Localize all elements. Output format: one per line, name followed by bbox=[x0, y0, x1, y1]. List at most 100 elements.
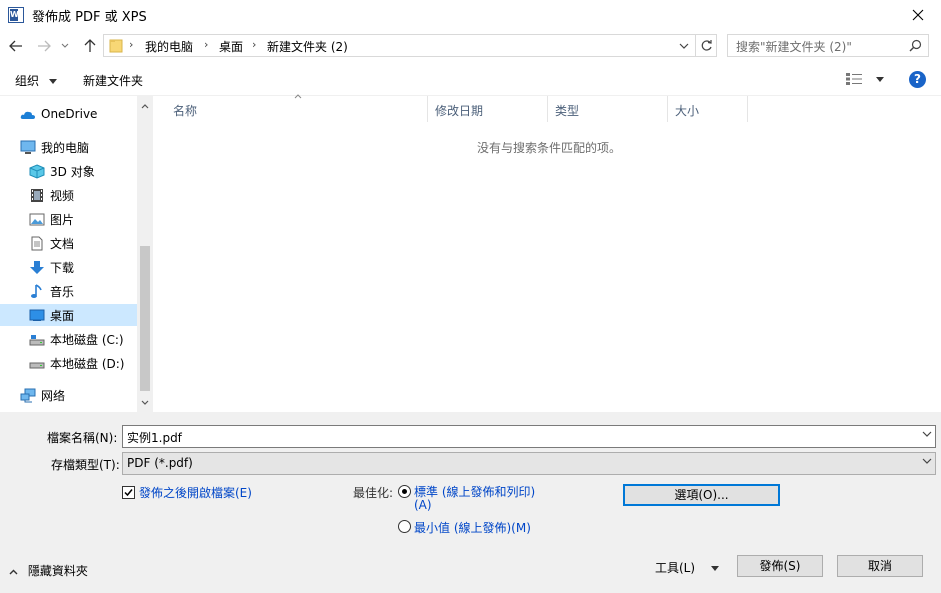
scrollbar-thumb[interactable] bbox=[140, 246, 150, 391]
sidebar-scrollbar[interactable] bbox=[137, 96, 153, 412]
command-toolbar: 组织 新建文件夹 bbox=[0, 64, 941, 96]
sort-ascending-icon bbox=[294, 94, 302, 99]
checkmark-icon bbox=[124, 489, 133, 497]
arrow-up-icon bbox=[84, 39, 96, 52]
address-dropdown-button[interactable] bbox=[674, 34, 694, 57]
column-header-size[interactable]: 大小 bbox=[668, 96, 748, 122]
arrow-left-icon bbox=[9, 40, 22, 52]
breadcrumb-item[interactable]: 新建文件夹 (2) bbox=[267, 38, 348, 55]
sidebar-item-documents[interactable]: 文档 bbox=[0, 232, 137, 254]
search-icon bbox=[909, 39, 922, 52]
chevron-down-icon bbox=[922, 458, 932, 464]
optimize-minimum-label[interactable]: 最小值 (線上發佈)(M) bbox=[414, 519, 531, 536]
cube-icon bbox=[29, 164, 45, 179]
filename-value: 实例1.pdf bbox=[127, 431, 182, 445]
optimize-standard-radio[interactable] bbox=[398, 485, 411, 498]
sidebar-item-network[interactable]: 网络 bbox=[0, 384, 137, 406]
sidebar-item-desktop[interactable]: 桌面 bbox=[0, 304, 137, 326]
scroll-up-button[interactable] bbox=[137, 98, 153, 114]
window-title: 發佈成 PDF 或 XPS bbox=[32, 10, 147, 25]
options-button[interactable]: 選項(O)... bbox=[623, 484, 780, 506]
breadcrumb-item[interactable]: 我的电脑 bbox=[145, 38, 193, 55]
column-header-name[interactable]: 名称 bbox=[153, 94, 428, 122]
sidebar-item-3d-objects[interactable]: 3D 对象 bbox=[0, 160, 137, 182]
breadcrumb-chevron-icon: › bbox=[129, 38, 134, 51]
computer-icon bbox=[20, 140, 36, 154]
caret-down-icon bbox=[710, 566, 719, 571]
word-app-icon bbox=[8, 7, 24, 23]
film-icon bbox=[31, 189, 43, 202]
optimize-standard-label[interactable]: 標準 (線上發佈和列印) bbox=[414, 483, 535, 500]
refresh-button[interactable] bbox=[695, 34, 717, 57]
sidebar-item-drive-d[interactable]: 本地磁盘 (D:) bbox=[0, 352, 137, 374]
optimize-label: 最佳化: bbox=[353, 486, 394, 500]
optimize-standard-label-accel[interactable]: (A) bbox=[414, 498, 432, 512]
filename-label: 檔案名稱(N): bbox=[47, 431, 118, 445]
caret-down-icon bbox=[875, 77, 884, 82]
navigation-pane: OneDrive 我的电脑 3D 对象 视频 图片 文档 下载 音乐 桌面 本地… bbox=[0, 96, 153, 412]
drive-icon bbox=[29, 362, 45, 369]
chevron-up-icon bbox=[9, 569, 18, 574]
chevron-up-icon bbox=[141, 103, 149, 108]
hide-folders-button[interactable]: 隱藏資料夾 bbox=[9, 562, 88, 579]
sidebar-item-drive-c[interactable]: 本地磁盘 (C:) bbox=[0, 328, 137, 350]
breadcrumb-chevron-icon: › bbox=[252, 38, 257, 51]
chevron-down-icon[interactable] bbox=[922, 431, 932, 437]
up-button[interactable] bbox=[80, 36, 100, 56]
details-view-icon bbox=[846, 73, 862, 85]
caret-down-icon bbox=[48, 79, 57, 84]
filename-input[interactable]: 实例1.pdf bbox=[122, 425, 936, 448]
filetype-value: PDF (*.pdf) bbox=[127, 456, 193, 470]
file-list[interactable]: 名称 修改日期 类型 大小 没有与搜索条件匹配的项。 bbox=[153, 94, 941, 412]
chevron-down-icon bbox=[679, 43, 689, 49]
optimize-minimum-radio[interactable] bbox=[398, 520, 411, 533]
tools-label: 工具(L) bbox=[655, 561, 696, 575]
folder-icon bbox=[109, 39, 123, 53]
forward-button[interactable] bbox=[34, 36, 54, 56]
empty-folder-message: 没有与搜索条件匹配的项。 bbox=[477, 141, 622, 155]
cloud-icon bbox=[20, 111, 35, 119]
download-arrow-icon bbox=[30, 261, 44, 274]
close-button[interactable] bbox=[895, 0, 941, 30]
recent-locations-button[interactable] bbox=[58, 36, 72, 56]
sidebar-item-this-pc[interactable]: 我的电脑 bbox=[0, 136, 137, 158]
sidebar-item-onedrive[interactable]: OneDrive bbox=[0, 104, 137, 126]
desktop-icon bbox=[29, 309, 45, 321]
new-folder-button[interactable]: 新建文件夹 bbox=[83, 72, 143, 89]
document-icon bbox=[31, 236, 43, 251]
help-icon[interactable]: ? bbox=[909, 71, 926, 88]
breadcrumb-item[interactable]: 桌面 bbox=[219, 38, 243, 55]
drive-icon bbox=[29, 335, 45, 346]
cancel-button[interactable]: 取消 bbox=[837, 555, 923, 577]
publish-button[interactable]: 發佈(S) bbox=[737, 555, 823, 577]
arrow-right-icon bbox=[38, 40, 51, 52]
back-button[interactable] bbox=[6, 36, 26, 56]
address-bar[interactable]: › 我的电脑 › 桌面 › 新建文件夹 (2) bbox=[103, 34, 717, 57]
column-header-date[interactable]: 修改日期 bbox=[428, 96, 548, 122]
network-icon bbox=[20, 388, 36, 403]
search-box[interactable]: 搜索"新建文件夹 (2)" bbox=[727, 34, 929, 57]
chevron-down-icon bbox=[61, 43, 69, 48]
close-icon bbox=[912, 9, 924, 21]
sidebar-item-videos[interactable]: 视频 bbox=[0, 184, 137, 206]
sidebar-item-downloads[interactable]: 下载 bbox=[0, 256, 137, 278]
search-placeholder: 搜索"新建文件夹 (2)" bbox=[736, 40, 852, 54]
filetype-label: 存檔類型(T): bbox=[51, 458, 120, 472]
scroll-down-button[interactable] bbox=[137, 394, 153, 410]
view-options-button[interactable] bbox=[846, 73, 884, 88]
title-bar: 發佈成 PDF 或 XPS bbox=[0, 0, 941, 30]
open-after-publish-checkbox[interactable] bbox=[122, 486, 135, 499]
tools-menu-button[interactable]: 工具(L) bbox=[655, 559, 719, 576]
organize-label: 组织 bbox=[15, 74, 40, 88]
filetype-select[interactable]: PDF (*.pdf) bbox=[122, 452, 936, 475]
refresh-icon bbox=[701, 40, 712, 51]
sidebar-item-music[interactable]: 音乐 bbox=[0, 280, 137, 302]
organize-menu[interactable]: 组织 bbox=[15, 72, 57, 89]
hide-folders-label: 隱藏資料夾 bbox=[27, 564, 88, 578]
column-header-type[interactable]: 类型 bbox=[548, 96, 668, 122]
music-note-icon bbox=[31, 284, 42, 298]
open-after-publish-label[interactable]: 發佈之後開啟檔案(E) bbox=[139, 484, 252, 501]
picture-icon bbox=[29, 213, 45, 226]
sidebar-item-pictures[interactable]: 图片 bbox=[0, 208, 137, 230]
breadcrumb-chevron-icon: › bbox=[204, 38, 209, 51]
